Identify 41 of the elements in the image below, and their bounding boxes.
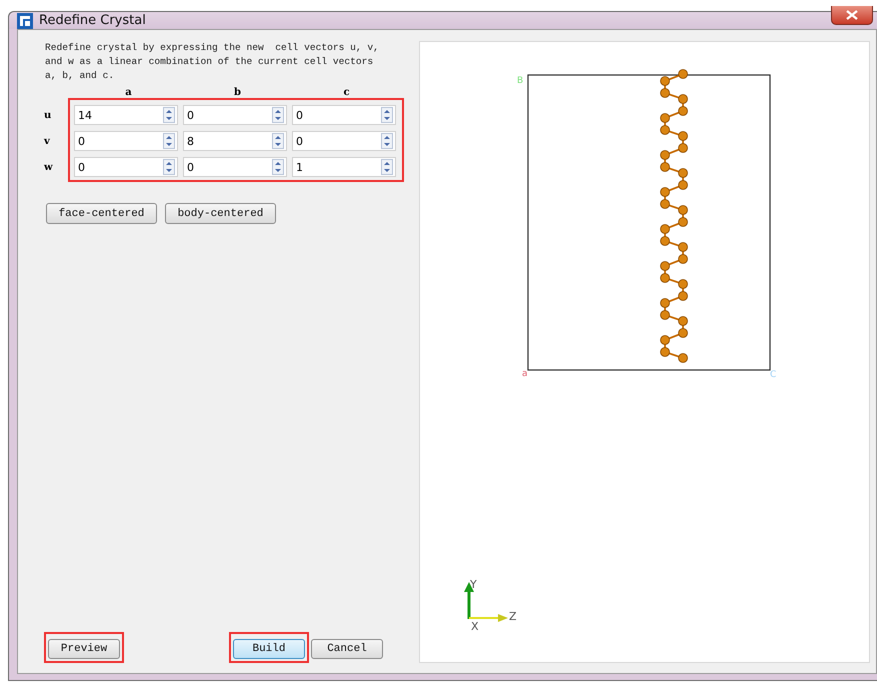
spin-field[interactable]: 1 bbox=[292, 157, 396, 177]
description-text: Redefine crystal by expressing the new cell vectors u, v, and w as a linear combination of the current cell vectors a, b, and c. bbox=[44, 41, 380, 83]
z-axis-arrow bbox=[469, 614, 508, 622]
spin-field[interactable]: 0 bbox=[292, 105, 396, 125]
window-title: Redefine Crystal bbox=[39, 13, 146, 28]
axis-label: X bbox=[471, 620, 479, 633]
spinner-arrows-icon bbox=[163, 133, 175, 149]
column-header: b bbox=[233, 87, 242, 98]
spin-field[interactable]: 0 bbox=[74, 157, 178, 177]
spinner-arrows-icon bbox=[272, 133, 284, 149]
spinner-arrows-icon bbox=[381, 133, 393, 149]
spinner-arrows-icon bbox=[163, 107, 175, 123]
close-button[interactable] bbox=[831, 6, 873, 25]
axis-label: Z bbox=[509, 610, 517, 623]
spinner-arrows-icon bbox=[272, 159, 284, 175]
dialog-button[interactable]: Cancel bbox=[311, 639, 383, 659]
spin-field[interactable]: 0 bbox=[292, 131, 396, 151]
axis-label: Y bbox=[470, 578, 477, 591]
spin-field[interactable]: 0 bbox=[183, 157, 287, 177]
centering-button[interactable]: body-centered bbox=[165, 203, 276, 224]
spinner-arrows-icon bbox=[381, 159, 393, 175]
cell-label: a bbox=[522, 369, 528, 379]
spinner-arrows-icon bbox=[381, 107, 393, 123]
row-label: v bbox=[42, 136, 51, 146]
spin-field[interactable]: 14 bbox=[74, 105, 178, 125]
spinner-arrows-icon bbox=[272, 107, 284, 123]
spin-field[interactable]: 8 bbox=[183, 131, 287, 151]
dialog-button[interactable]: Build bbox=[233, 639, 305, 659]
centering-button[interactable]: face-centered bbox=[46, 203, 157, 224]
cell-label: B bbox=[517, 76, 524, 86]
row-label: u bbox=[43, 110, 52, 120]
spinner-arrows-icon bbox=[163, 159, 175, 175]
close-icon bbox=[846, 10, 858, 20]
spin-field[interactable]: 0 bbox=[74, 131, 178, 151]
dialog-button[interactable]: Preview bbox=[48, 639, 120, 659]
row-label: w bbox=[43, 162, 54, 172]
cell-label: C bbox=[770, 370, 776, 380]
app-icon bbox=[17, 12, 33, 28]
spin-field[interactable]: 0 bbox=[183, 105, 287, 125]
column-header: a bbox=[124, 87, 133, 98]
column-header: c bbox=[342, 87, 351, 98]
